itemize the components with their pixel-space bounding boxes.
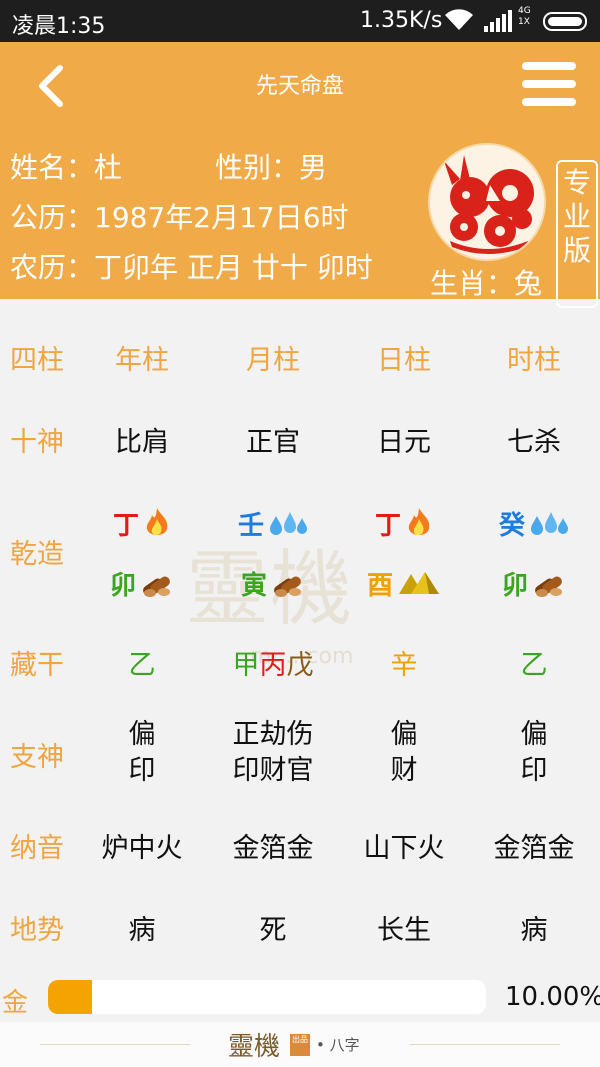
heavenly-stem-cell: 癸 xyxy=(469,505,599,543)
fire-icon xyxy=(143,507,171,546)
earthly-branch-cell: 酉 xyxy=(339,565,469,603)
pillar-header: 年柱 xyxy=(115,345,169,376)
dishi-cell: 病 xyxy=(520,915,548,946)
hidden-stem: 乙 xyxy=(520,650,548,681)
footer-divider xyxy=(40,1044,190,1045)
earthly-branch-cell: 卯 xyxy=(469,565,599,605)
hidden-stem: 丙 xyxy=(259,650,287,681)
hidden-stem: 戊 xyxy=(286,650,314,681)
row-label: 藏干 xyxy=(10,650,64,681)
wood-icon xyxy=(532,568,566,605)
water-icon xyxy=(529,510,569,543)
pillar-header: 时柱 xyxy=(507,345,561,376)
row-label: 支神 xyxy=(10,742,64,773)
hidden-stem-cell: 乙 xyxy=(469,643,599,682)
nayin-cell: 山下火 xyxy=(363,833,445,864)
nayin-cell: 炉中火 xyxy=(101,833,183,864)
zodiac-label: 生肖：兔 xyxy=(430,267,543,300)
nayin-cell: 金箔金 xyxy=(493,833,575,864)
hidden-stem-cell: 甲丙戊 xyxy=(208,643,338,682)
earthly-branch: 酉 xyxy=(366,571,393,601)
metal-icon xyxy=(397,570,441,603)
pillar-header: 日柱 xyxy=(377,345,431,376)
earthly-branch: 卯 xyxy=(501,571,528,601)
wood-icon xyxy=(140,568,174,605)
row-label: 纳音 xyxy=(10,833,64,864)
dishi-cell: 病 xyxy=(128,915,156,946)
hidden-stem-cell: 乙 xyxy=(77,643,207,682)
branch-god-cell: 偏印 xyxy=(128,719,156,786)
footer-brand: 靈機 xyxy=(228,1032,281,1062)
row-label: 十神 xyxy=(10,427,64,458)
element-percent: 10.00% xyxy=(505,982,600,1012)
hidden-stem-cell: 辛 xyxy=(339,643,469,682)
chart-header: 先天命盘 姓名：杜 性别：男 公历：1987年2月17日6时 农历：丁卯年 正月… xyxy=(0,42,600,308)
page-title: 先天命盘 xyxy=(255,74,344,99)
hidden-stem: 乙 xyxy=(128,650,156,681)
zodiac-rabbit-papercut-icon xyxy=(428,143,546,261)
element-progress-fill xyxy=(48,980,92,1014)
solar-date: 公历：1987年2月17日6时 xyxy=(10,201,349,234)
fire-icon xyxy=(405,507,433,546)
signal-icon xyxy=(484,10,512,32)
name-field: 姓名：杜 xyxy=(10,151,123,184)
heavenly-stem: 癸 xyxy=(498,511,525,541)
hidden-stem: 甲 xyxy=(232,650,260,681)
heavenly-stem-cell: 丁 xyxy=(77,505,207,546)
footer: 靈機 出品 • 八字 xyxy=(0,1022,600,1067)
branch-god-cell: 正劫伤 印财官 xyxy=(232,719,314,786)
footer-subtitle: • 八字 xyxy=(316,1036,360,1054)
element-progress-bar xyxy=(48,980,486,1014)
nayin-cell: 金箔金 xyxy=(232,833,314,864)
ten-god-cell: 日元 xyxy=(377,427,431,458)
earthly-branch: 寅 xyxy=(240,571,267,601)
heavenly-stem-cell: 丁 xyxy=(339,505,469,546)
dishi-cell: 长生 xyxy=(377,915,431,946)
lunar-date: 农历：丁卯年 正月 廿十 卯时 xyxy=(10,251,373,284)
pro-edition-badge[interactable]: 专 业 版 xyxy=(556,160,598,308)
network-speed: 1.35K/s xyxy=(360,8,443,33)
heavenly-stem: 壬 xyxy=(237,511,264,541)
earthly-branch-cell: 卯 xyxy=(77,565,207,605)
row-label: 乾造 xyxy=(10,539,64,570)
dishi-cell: 死 xyxy=(259,915,287,946)
ten-god-cell: 比肩 xyxy=(115,427,169,458)
pillar-header: 月柱 xyxy=(246,345,300,376)
row-label: 四柱 xyxy=(10,345,64,376)
row-label: 地势 xyxy=(10,915,64,946)
status-time: 凌晨1:35 xyxy=(12,14,106,39)
footer-seal: 出品 xyxy=(290,1034,310,1056)
network-type: 4G 1X xyxy=(518,6,531,27)
heavenly-stem-cell: 壬 xyxy=(208,505,338,543)
menu-icon[interactable] xyxy=(522,60,576,108)
wood-icon xyxy=(271,568,305,605)
hidden-stem: 辛 xyxy=(390,650,418,681)
gender-field: 性别：男 xyxy=(215,151,328,184)
earthly-branch-cell: 寅 xyxy=(208,565,338,605)
wifi-icon xyxy=(445,9,473,31)
earthly-branch: 卯 xyxy=(109,571,136,601)
status-bar: 凌晨1:35 1.35K/s 4G 1X xyxy=(0,0,600,42)
element-label: 金 xyxy=(2,988,29,1018)
battery-icon xyxy=(543,12,587,31)
heavenly-stem: 丁 xyxy=(112,511,139,541)
ten-god-cell: 七杀 xyxy=(507,427,561,458)
branch-god-cell: 偏印 xyxy=(520,719,548,786)
footer-divider xyxy=(410,1044,560,1045)
ten-god-cell: 正官 xyxy=(246,427,300,458)
water-icon xyxy=(268,510,308,543)
branch-god-cell: 偏财 xyxy=(390,719,418,786)
heavenly-stem: 丁 xyxy=(374,511,401,541)
